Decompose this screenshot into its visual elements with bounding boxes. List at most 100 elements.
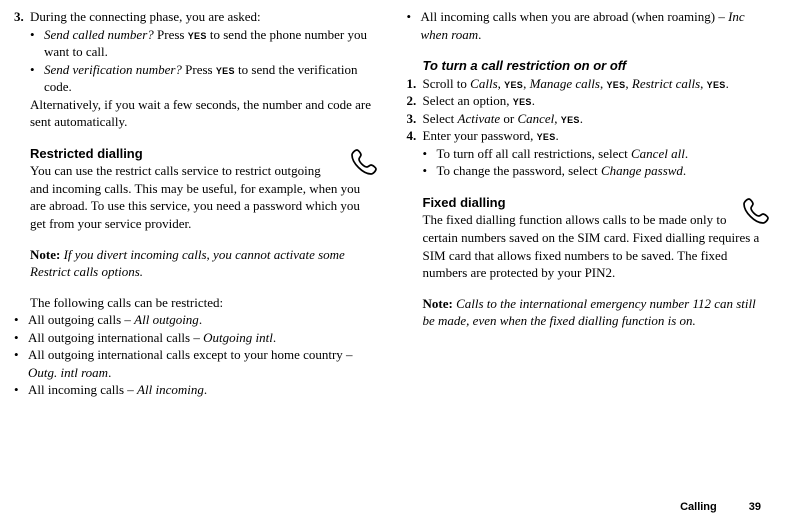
text: . xyxy=(532,93,535,108)
step-number: 2. xyxy=(407,92,423,110)
phone-icon xyxy=(349,147,379,177)
text: . xyxy=(478,27,481,42)
step-body: During the connecting phase, you are ask… xyxy=(30,8,379,131)
text: Scroll to xyxy=(423,76,471,91)
question-1: Send called number? xyxy=(44,27,154,42)
fixed-dialling-body: The fixed dialling function allows calls… xyxy=(423,211,772,281)
yes-key: YES xyxy=(513,97,532,107)
text: . xyxy=(204,382,207,397)
text: . xyxy=(726,76,729,91)
step-number: 3. xyxy=(14,8,30,131)
fixed-dialling-heading: Fixed dialling xyxy=(423,194,772,212)
left-column: 3. During the connecting phase, you are … xyxy=(14,8,379,399)
menu-item: Restrict calls xyxy=(632,76,700,91)
menu-item: Calls xyxy=(470,76,497,91)
menu-item: Activate xyxy=(458,111,501,126)
yes-key: YES xyxy=(561,115,580,125)
bullet-body: Send verification number? Press YES to s… xyxy=(44,61,379,96)
note-text: If you divert incoming calls, you cannot… xyxy=(30,247,345,280)
restricted-dialling-note: Note: If you divert incoming calls, you … xyxy=(30,246,379,281)
bullet-body: To turn off all call restrictions, selec… xyxy=(437,145,772,163)
bullet-body: All outgoing international calls – Outgo… xyxy=(28,329,379,347)
proc-step-3: 3. Select Activate or Cancel, YES. xyxy=(407,110,772,128)
option-name: Outg. intl roam xyxy=(28,365,108,380)
text: Select xyxy=(423,111,458,126)
text: . xyxy=(273,330,276,345)
text: All outgoing international calls – xyxy=(28,330,203,345)
text: . xyxy=(556,128,559,143)
text: All incoming calls when you are abroad (… xyxy=(421,9,729,24)
text: All outgoing international calls except … xyxy=(28,347,353,362)
yes-key: YES xyxy=(216,66,235,76)
restrict-list-intro: The following calls can be restricted: xyxy=(30,294,379,312)
step-number: 1. xyxy=(407,75,423,93)
bullet-mark: • xyxy=(14,311,28,329)
menu-item: Change passwd xyxy=(601,163,683,178)
sub-bullet-2: • Send verification number? Press YES to… xyxy=(30,61,379,96)
text: Select an option, xyxy=(423,93,513,108)
note-text: Calls to the international emergency num… xyxy=(423,296,756,329)
text: Press xyxy=(182,62,216,77)
bullet-body: Send called number? Press YES to send th… xyxy=(44,26,379,61)
sub-bullet-1: • Send called number? Press YES to send … xyxy=(30,26,379,61)
proc-step-2: 2. Select an option, YES. xyxy=(407,92,772,110)
menu-item: Cancel all xyxy=(631,146,685,161)
menu-item: Manage calls xyxy=(530,76,600,91)
yes-key: YES xyxy=(188,31,207,41)
text: To change the password, select xyxy=(437,163,601,178)
option-name: All outgoing xyxy=(134,312,199,327)
step-number: 4. xyxy=(407,127,423,145)
step-3-lead: During the connecting phase, you are ask… xyxy=(30,9,261,24)
restricted-dialling-heading: Restricted dialling xyxy=(30,145,379,163)
step-3-alt: Alternatively, if you wait a few seconds… xyxy=(30,96,379,131)
text: . xyxy=(685,146,688,161)
step-3: 3. During the connecting phase, you are … xyxy=(14,8,379,131)
proc-step-4: 4. Enter your password, YES. xyxy=(407,127,772,145)
yes-key: YES xyxy=(537,132,556,142)
phone-icon xyxy=(741,196,771,226)
bullet-mark: • xyxy=(14,329,28,347)
bullet-mark: • xyxy=(30,26,44,61)
fixed-dialling-note: Note: Calls to the international emergen… xyxy=(423,295,772,330)
heading-text: Fixed dialling xyxy=(423,195,506,210)
footer-page-number: 39 xyxy=(749,501,761,513)
yes-key: YES xyxy=(606,80,625,90)
proc-step-1: 1. Scroll to Calls, YES, Manage calls, Y… xyxy=(407,75,772,93)
menu-item: Cancel xyxy=(517,111,554,126)
bullet-body: All outgoing international calls except … xyxy=(28,346,379,381)
bullet-mark: • xyxy=(423,162,437,180)
option-name: All incoming xyxy=(137,382,204,397)
restrict-item: • All incoming calls – All incoming. xyxy=(14,381,379,399)
text: or xyxy=(500,111,517,126)
option-name: Outgoing intl xyxy=(203,330,273,345)
step-body: Select an option, YES. xyxy=(423,92,772,110)
restrict-item-roaming: • All incoming calls when you are abroad… xyxy=(407,8,772,43)
restricted-dialling-body: You can use the restrict calls service t… xyxy=(30,162,379,232)
question-2: Send verification number? xyxy=(44,62,182,77)
text: All incoming calls – xyxy=(28,382,137,397)
text: All outgoing calls – xyxy=(28,312,134,327)
bullet-mark: • xyxy=(407,8,421,43)
text: Enter your password, xyxy=(423,128,537,143)
footer-section: Calling xyxy=(680,501,717,513)
text: . xyxy=(199,312,202,327)
note-label: Note: xyxy=(423,296,453,311)
bullet-body: All outgoing calls – All outgoing. xyxy=(28,311,379,329)
two-column-layout: 3. During the connecting phase, you are … xyxy=(14,8,771,399)
restrict-item: • All outgoing calls – All outgoing. xyxy=(14,311,379,329)
bullet-mark: • xyxy=(14,381,28,399)
yes-key: YES xyxy=(504,80,523,90)
restrict-item: • All outgoing international calls – Out… xyxy=(14,329,379,347)
proc-step-4-sub2: • To change the password, select Change … xyxy=(423,162,772,180)
bullet-mark: • xyxy=(30,61,44,96)
step-body: Select Activate or Cancel, YES. xyxy=(423,110,772,128)
right-column: • All incoming calls when you are abroad… xyxy=(407,8,772,399)
restrict-item: • All outgoing international calls excep… xyxy=(14,346,379,381)
text: . xyxy=(108,365,111,380)
page-footer: Calling 39 xyxy=(680,500,761,515)
step-number: 3. xyxy=(407,110,423,128)
procedure-heading: To turn a call restriction on or off xyxy=(423,57,772,75)
note-label: Note: xyxy=(30,247,60,262)
yes-key: YES xyxy=(707,80,726,90)
step-body: Enter your password, YES. xyxy=(423,127,772,145)
